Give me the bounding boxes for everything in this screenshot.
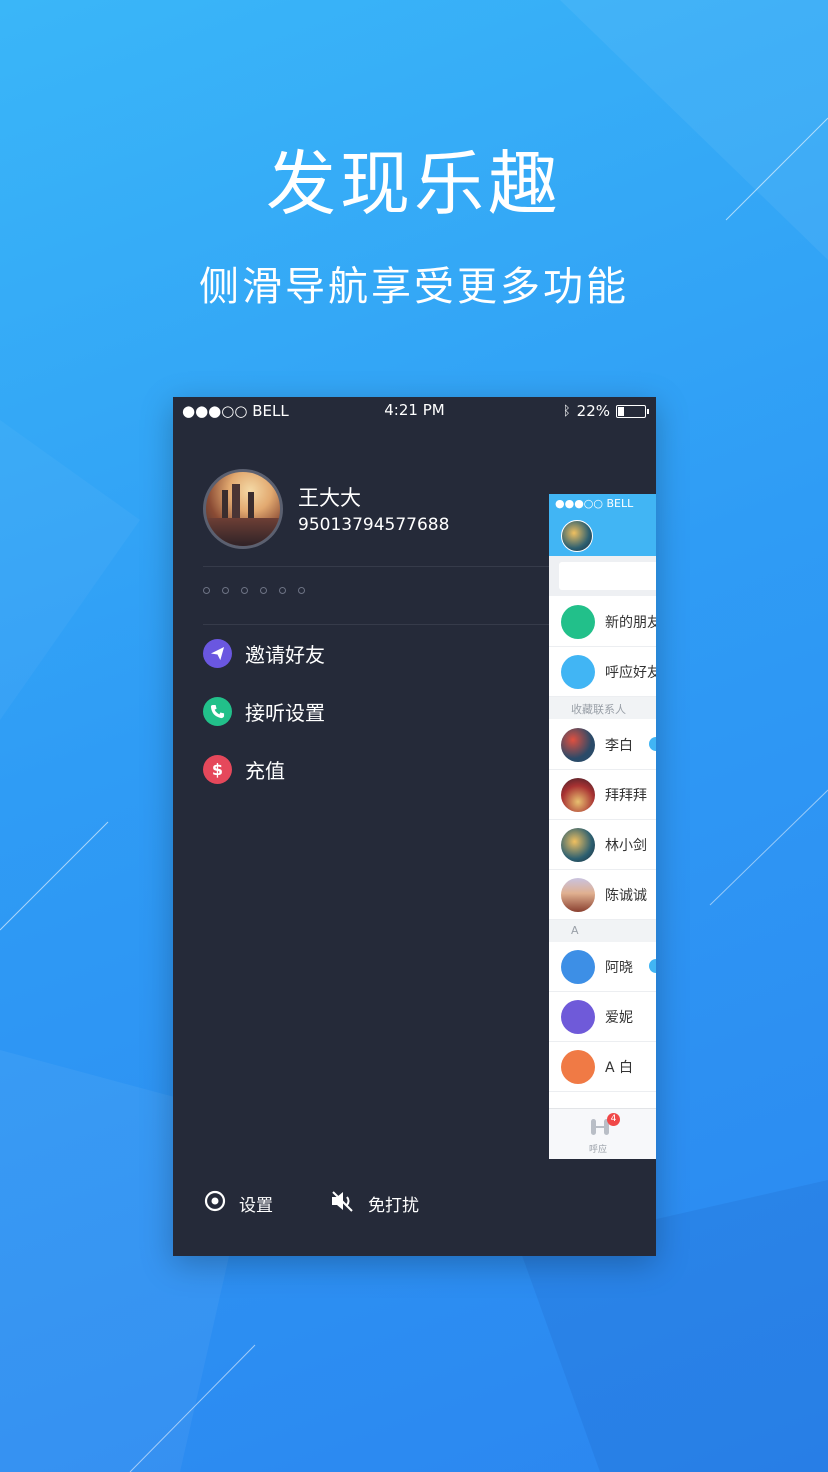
list-item[interactable]: 陈诚诚 bbox=[549, 870, 656, 920]
bluetooth-icon: ᛒ bbox=[562, 403, 571, 419]
hero-title: 发现乐趣 bbox=[266, 143, 562, 225]
menu-item-label: 充值 bbox=[245, 759, 285, 783]
list-item[interactable]: 林小剑 bbox=[549, 820, 656, 870]
list-item-label: 李白 bbox=[605, 738, 633, 754]
list-item[interactable]: 李白 bbox=[549, 720, 656, 770]
avatar bbox=[561, 728, 595, 762]
hero-subtitle: 侧滑导航享受更多功能 bbox=[199, 264, 629, 310]
gear-icon bbox=[203, 1189, 227, 1218]
status-right: ᛒ 22% bbox=[562, 402, 649, 420]
status-bar: ●●●○○ BELL 4:21 PM ᛒ 22% bbox=[173, 397, 656, 425]
list-item[interactable]: 阿晓 bbox=[549, 942, 656, 992]
search-input[interactable] bbox=[559, 562, 656, 590]
mute-icon bbox=[330, 1189, 356, 1218]
user-phone: 95013794577688 bbox=[298, 515, 450, 535]
list-item-echo-friends[interactable]: 呼应好友 bbox=[549, 647, 656, 697]
menu-item-label: 邀请好友 bbox=[245, 643, 325, 667]
battery-percent: 22% bbox=[576, 402, 610, 420]
divider bbox=[203, 566, 563, 567]
notification-badge: 4 bbox=[607, 1113, 620, 1126]
user-name: 王大大 bbox=[298, 486, 361, 510]
phone-screen: ●●●○○ BELL 4:21 PM ᛒ 22% 王大大 95013794577… bbox=[173, 397, 656, 1256]
user-icon bbox=[561, 950, 595, 984]
list-item[interactable]: 拜拜拜 bbox=[549, 770, 656, 820]
menu-item-label: 接听设置 bbox=[245, 701, 325, 725]
avatar[interactable] bbox=[203, 469, 283, 549]
dnd-label: 免打扰 bbox=[368, 1196, 419, 1216]
echo-icon bbox=[561, 655, 595, 689]
battery-icon bbox=[616, 404, 649, 418]
contacts-panel-preview[interactable]: ●●●○○ BELL 新的朋友 呼应好友 收藏联系人 李白 拜拜拜 林小剑 陈诚… bbox=[549, 494, 656, 1159]
list-item-label: 陈诚诚 bbox=[605, 888, 647, 904]
divider bbox=[203, 624, 563, 625]
panel-status: ●●●○○ BELL bbox=[555, 497, 634, 510]
panel-search-area bbox=[549, 556, 656, 596]
list-item-label: 阿晓 bbox=[605, 960, 633, 976]
menu-item-invite[interactable]: 邀请好友 bbox=[203, 639, 325, 668]
settings-button[interactable]: 设置 bbox=[203, 1189, 273, 1218]
menu-item-recharge[interactable]: $ 充值 bbox=[203, 755, 285, 784]
list-item-label: 新的朋友 bbox=[605, 615, 656, 631]
list-item-label: 拜拜拜 bbox=[605, 788, 647, 804]
user-icon bbox=[561, 1050, 595, 1084]
menu-item-answer-settings[interactable]: 接听设置 bbox=[203, 697, 325, 726]
user-icon bbox=[561, 1000, 595, 1034]
tab-label: 呼应 bbox=[589, 1145, 608, 1155]
favorites-header: 收藏联系人 bbox=[549, 697, 656, 719]
status-badge bbox=[649, 959, 656, 973]
avatar bbox=[561, 778, 595, 812]
friends-icon bbox=[561, 605, 595, 639]
letter-header-label: A bbox=[571, 924, 579, 937]
settings-label: 设置 bbox=[239, 1196, 273, 1216]
panel-header: ●●●○○ BELL bbox=[549, 494, 656, 556]
status-badge bbox=[649, 737, 656, 751]
list-item-new-friends[interactable]: 新的朋友 bbox=[549, 597, 656, 647]
list-item-label: 爱妮 bbox=[605, 1010, 633, 1026]
page-dots bbox=[203, 587, 305, 594]
tab-echo[interactable]: 4 呼应 bbox=[549, 1108, 656, 1159]
letter-header: A bbox=[549, 920, 656, 942]
do-not-disturb-button[interactable]: 免打扰 bbox=[330, 1189, 419, 1218]
panel-avatar[interactable] bbox=[561, 520, 593, 552]
list-item[interactable]: 爱妮 bbox=[549, 992, 656, 1042]
dollar-icon: $ bbox=[203, 755, 232, 784]
list-item-label: A 白 bbox=[605, 1060, 634, 1076]
favorites-header-label: 收藏联系人 bbox=[571, 703, 626, 716]
avatar bbox=[561, 878, 595, 912]
phone-icon bbox=[203, 697, 232, 726]
list-item-label: 林小剑 bbox=[605, 838, 647, 854]
list-item-label: 呼应好友 bbox=[605, 665, 656, 681]
avatar bbox=[561, 828, 595, 862]
paper-plane-icon bbox=[203, 639, 232, 668]
list-item[interactable]: A 白 bbox=[549, 1042, 656, 1092]
